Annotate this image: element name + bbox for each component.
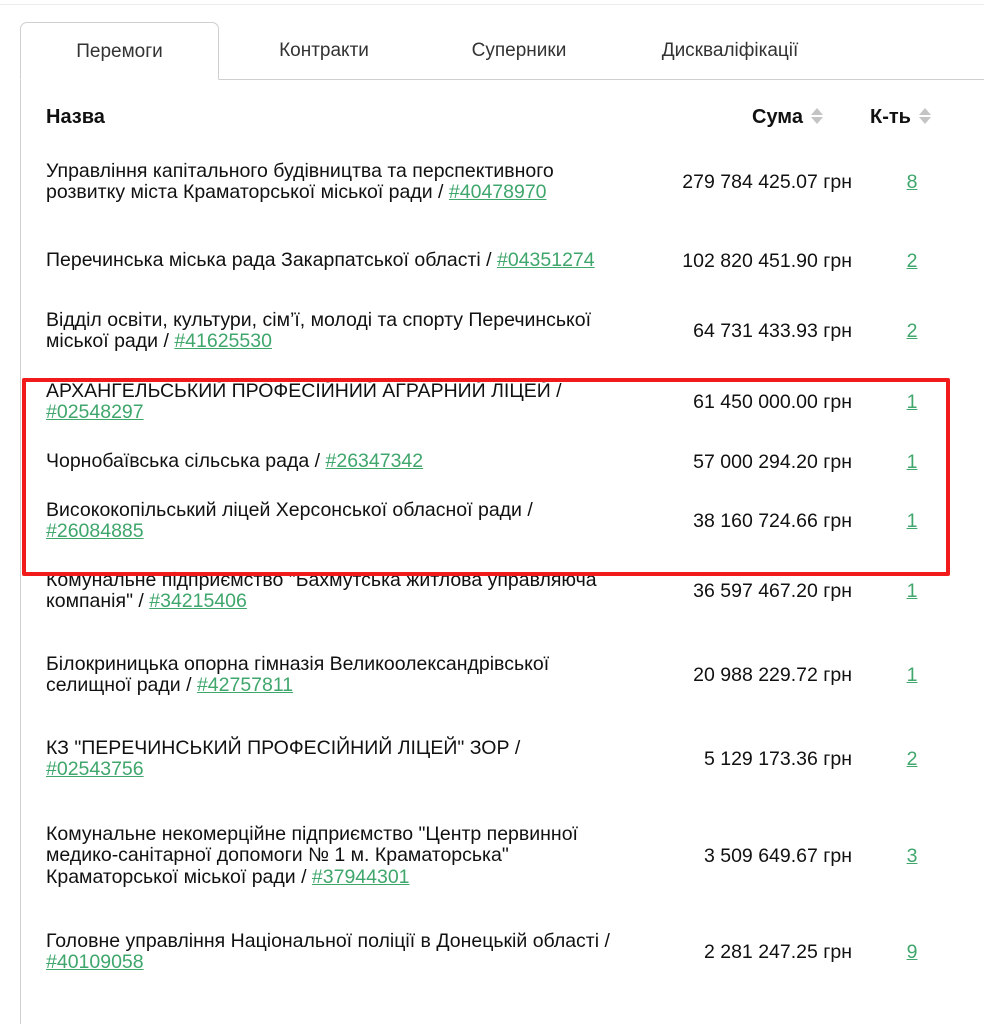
row-customer: Висококопільський ліцей Херсонської обла…: [46, 498, 533, 542]
count-link[interactable]: 1: [907, 580, 918, 602]
customer-code-link[interactable]: #04351274: [497, 249, 595, 272]
row-sum: 38 160 724.66 грн: [693, 509, 852, 532]
customer-name: КЗ "ПЕРЕЧИНСЬКИЙ ПРОФЕСІЙНИЙ ЛІЦЕЙ" ЗОР: [46, 736, 510, 759]
table-header: Назва Сума К-ть: [46, 100, 956, 138]
row-sum: 3 509 649.67 грн: [703, 844, 852, 867]
count-link[interactable]: 2: [907, 748, 918, 770]
tab-contracts[interactable]: Контракти: [229, 22, 419, 80]
customer-name: Білокриницька опорна гімназія Великоолек…: [46, 652, 550, 696]
row-sum: 279 784 425.07 грн: [682, 170, 852, 193]
table-row: АРХАНГЕЛЬСЬКИЙ ПРОФЕСІЙНИЙ АГРАРНИЙ ЛІЦЕ…: [46, 366, 956, 438]
customer-name: Відділ освіти, культури, сім’ї, молоді т…: [46, 308, 592, 352]
row-customer: КЗ "ПЕРЕЧИНСЬКИЙ ПРОФЕСІЙНИЙ ЛІЦЕЙ" ЗОР …: [46, 736, 521, 780]
row-count: 2: [882, 748, 942, 771]
row-count: 9: [882, 941, 942, 964]
row-customer: Управління капітального будівництва та п…: [46, 159, 554, 203]
count-link[interactable]: 1: [907, 664, 918, 686]
row-count: 1: [882, 510, 942, 533]
table-row: Чорнобаївська сільська рада / #26347342 …: [46, 438, 956, 486]
customer-code-link[interactable]: #40109058: [46, 951, 144, 973]
row-customer: Білокриницька опорна гімназія Великоолек…: [46, 652, 550, 696]
count-link[interactable]: 1: [907, 391, 918, 413]
count-link[interactable]: 1: [907, 451, 918, 473]
tab-wins[interactable]: Перемоги: [20, 22, 219, 80]
table-row: Комунальне некомерційне підприємство "Це…: [46, 794, 956, 918]
table-row: Головне управління Національної поліції …: [46, 918, 956, 986]
header-count[interactable]: К-ть: [870, 106, 931, 129]
row-sum: 57 000 294.20 грн: [693, 450, 852, 473]
row-sum: 5 129 173.36 грн: [703, 747, 852, 770]
row-count: 2: [882, 320, 942, 343]
table-row: Висококопільський ліцей Херсонської обла…: [46, 486, 956, 556]
row-sum: 2 281 247.25 грн: [703, 940, 852, 963]
table-row: Відділ освіти, культури, сім’ї, молоді т…: [46, 296, 956, 366]
table-row: Управління капітального будівництва та п…: [46, 138, 956, 226]
row-count: 1: [882, 664, 942, 687]
tab-competitors[interactable]: Суперники: [434, 22, 604, 80]
customer-code-link[interactable]: #02543756: [46, 758, 144, 780]
panel-border: [20, 79, 21, 1024]
customer-code-link[interactable]: #26347342: [326, 450, 424, 473]
tab-underline: [218, 79, 984, 80]
row-count: 8: [882, 171, 942, 194]
row-customer: Головне управління Національної поліції …: [46, 929, 610, 973]
row-count: 1: [882, 391, 942, 414]
row-customer: Перечинська міська рада Закарпатської об…: [46, 249, 595, 272]
customer-name: Головне управління Національної поліції …: [46, 929, 600, 952]
row-count: 2: [882, 250, 942, 273]
customer-code-link[interactable]: #26084885: [46, 520, 144, 542]
row-sum: 20 988 229.72 грн: [693, 663, 852, 686]
customer-name: Висококопільський ліцей Херсонської обла…: [46, 498, 522, 521]
sort-icon[interactable]: [918, 107, 931, 124]
customer-code-link[interactable]: #37944301: [312, 866, 410, 888]
header-name: Назва: [46, 106, 105, 128]
row-sum: 36 597 467.20 грн: [693, 579, 852, 602]
row-count: 1: [882, 580, 942, 603]
customer-name: АРХАНГЕЛЬСЬКИЙ ПРОФЕСІЙНИЙ АГРАРНИЙ ЛІЦЕ…: [46, 379, 551, 402]
row-sum: 61 450 000.00 грн: [693, 390, 852, 413]
header-count-label: К-ть: [870, 106, 911, 128]
wins-table: Назва Сума К-ть Управління капітального …: [46, 100, 956, 986]
count-link[interactable]: 2: [907, 320, 918, 342]
count-link[interactable]: 1: [907, 510, 918, 532]
header-sum-label: Сума: [752, 106, 803, 128]
table-row: Білокриницька опорна гімназія Великоолек…: [46, 626, 956, 724]
customer-code-link[interactable]: #41625530: [174, 330, 272, 352]
customer-code-link[interactable]: #42757811: [197, 674, 293, 696]
customer-name: Комунальне підприємство "Бахмутська житл…: [46, 568, 597, 612]
customer-name: Чорнобаївська сільська рада: [46, 450, 310, 473]
tab-disqualifications[interactable]: Дискваліфікації: [620, 22, 840, 80]
count-link[interactable]: 2: [907, 250, 918, 272]
row-count: 3: [882, 845, 942, 868]
table-row: КЗ "ПЕРЕЧИНСЬКИЙ ПРОФЕСІЙНИЙ ЛІЦЕЙ" ЗОР …: [46, 724, 956, 794]
row-sum: 102 820 451.90 грн: [682, 249, 852, 272]
row-customer: Комунальне некомерційне підприємство "Це…: [46, 822, 578, 888]
customer-code-link[interactable]: #40478970: [449, 181, 547, 203]
customer-code-link[interactable]: #02548297: [46, 401, 144, 423]
count-link[interactable]: 8: [907, 171, 918, 193]
customer-name: Перечинська міська рада Закарпатської об…: [46, 249, 481, 272]
top-divider: [0, 4, 984, 5]
row-customer: Чорнобаївська сільська рада / #26347342: [46, 450, 424, 473]
row-customer: Відділ освіти, культури, сім’ї, молоді т…: [46, 308, 592, 352]
count-link[interactable]: 3: [907, 845, 918, 867]
row-count: 1: [882, 451, 942, 474]
count-link[interactable]: 9: [907, 941, 918, 963]
sort-icon[interactable]: [810, 107, 823, 124]
customer-code-link[interactable]: #34215406: [149, 590, 247, 612]
table-row: Перечинська міська рада Закарпатської об…: [46, 226, 956, 296]
header-sum[interactable]: Сума: [752, 106, 823, 129]
table-row: Комунальне підприємство "Бахмутська житл…: [46, 556, 956, 626]
row-customer: Комунальне підприємство "Бахмутська житл…: [46, 568, 597, 612]
row-sum: 64 731 433.93 грн: [693, 319, 852, 342]
row-customer: АРХАНГЕЛЬСЬКИЙ ПРОФЕСІЙНИЙ АГРАРНИЙ ЛІЦЕ…: [46, 379, 562, 423]
